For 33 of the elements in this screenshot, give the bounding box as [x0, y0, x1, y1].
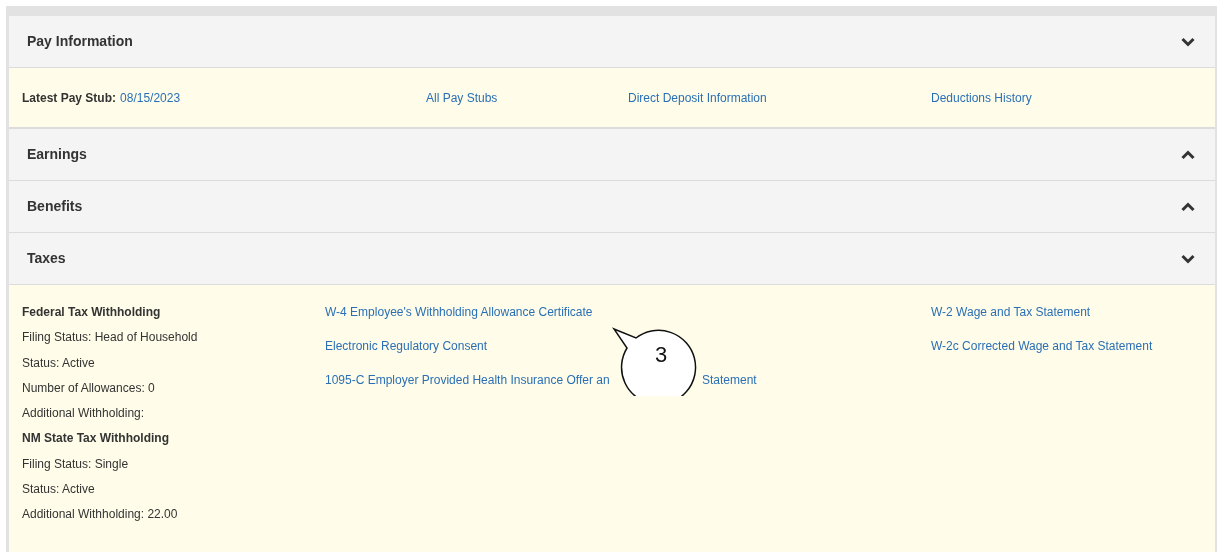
section-header[interactable]: Pay Information	[9, 16, 1215, 68]
withholding-heading: Federal Tax Withholding	[22, 304, 162, 321]
form-link[interactable]: Electronic Regulatory Consent	[325, 338, 488, 354]
statement-link[interactable]: W-2 Wage and Tax Statement	[931, 305, 1091, 319]
pay-stub-date-link[interactable]: 08/15/2023	[120, 88, 181, 107]
section-title: Taxes	[27, 249, 66, 268]
form-link[interactable]: W-4 Employee's Withholding Allowance Certificate	[325, 304, 593, 320]
section-title: Pay Information	[27, 32, 133, 51]
withholding-detail: Filing Status: Single	[22, 455, 130, 473]
withholding-detail: Filing Status: Head of Household	[22, 329, 199, 347]
pay-link[interactable]: All Pay Stubs	[426, 90, 498, 105]
chevron-down-icon	[1181, 36, 1195, 47]
latest-pay-stub-label: Latest Pay Stub:	[22, 89, 117, 107]
withholding-detail: Additional Withholding:	[22, 405, 146, 423]
withholding-heading: NM State Tax Withholding	[22, 430, 170, 448]
section-header[interactable]: Benefits	[9, 181, 1215, 233]
section-title: Benefits	[27, 197, 83, 216]
statement-link[interactable]: W-2c Corrected Wage and Tax Statement	[931, 339, 1153, 353]
form-link[interactable]: 1095-C Employer Provided Health Insurance Offer an	[325, 372, 610, 388]
chevron-up-icon	[1181, 149, 1195, 160]
withholding-detail: Number of Allowances: 0	[22, 379, 156, 397]
chevron-up-icon	[1181, 201, 1195, 212]
chevron-down-icon	[1181, 253, 1195, 264]
section-title: Earnings	[27, 145, 87, 164]
form-link[interactable]: Statement	[702, 372, 757, 388]
callout-number: 3	[653, 342, 669, 368]
pay-link[interactable]: Deductions History	[931, 90, 1032, 105]
withholding-detail: Additional Withholding: 22.00	[22, 506, 179, 524]
pay-link[interactable]: Direct Deposit Information	[628, 90, 767, 105]
withholding-detail: Status: Active	[22, 354, 96, 372]
section-header[interactable]: Earnings	[9, 129, 1215, 181]
section-header[interactable]: Taxes	[9, 233, 1215, 285]
withholding-detail: Status: Active	[22, 481, 96, 499]
